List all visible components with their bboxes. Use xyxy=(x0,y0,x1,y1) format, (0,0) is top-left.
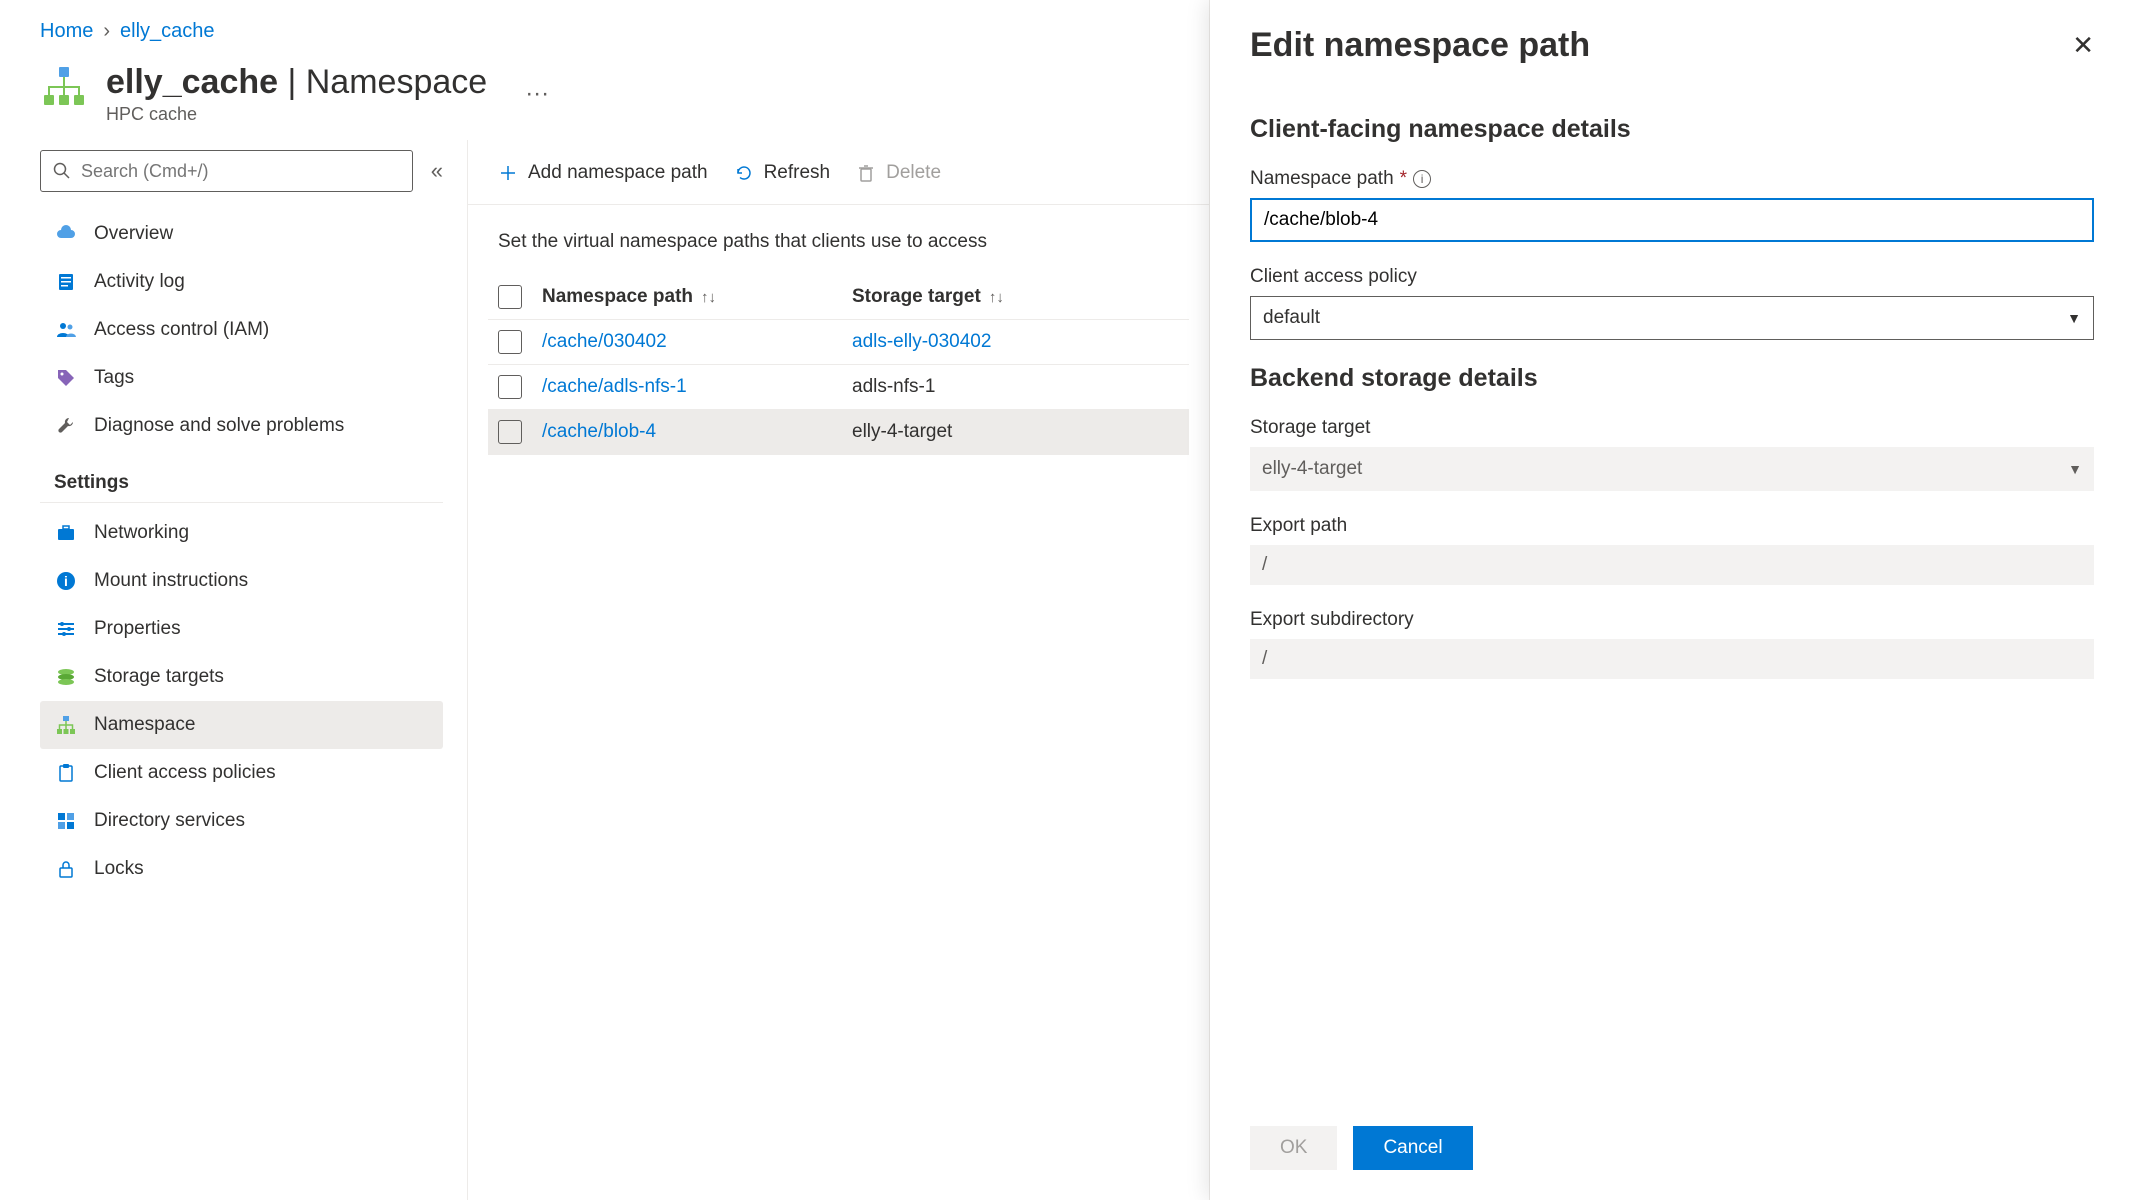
cloud-icon xyxy=(54,222,78,246)
wrench-icon xyxy=(54,414,78,438)
edit-panel: Edit namespace path ✕ Client-facing name… xyxy=(1210,0,2134,1200)
nav-locks[interactable]: Locks xyxy=(40,845,443,893)
plus-icon xyxy=(498,163,518,183)
namespace-path-label: Namespace path * i xyxy=(1250,168,2094,190)
storage-target-text: adls-nfs-1 xyxy=(852,376,935,397)
table-row[interactable]: /cache/adls-nfs-1 adls-nfs-1 xyxy=(488,365,1189,410)
sort-icon: ↑↓ xyxy=(989,289,1004,306)
table-row[interactable]: /cache/blob-4 elly-4-target xyxy=(488,410,1189,455)
svg-text:i: i xyxy=(64,573,68,589)
storage-target-label: Storage target xyxy=(1250,417,2094,439)
storage-target-select: elly-4-target ▼ xyxy=(1250,447,2094,491)
nav-diagnose[interactable]: Diagnose and solve problems xyxy=(40,402,443,450)
log-icon xyxy=(54,270,78,294)
more-menu[interactable]: ··· xyxy=(525,80,549,108)
nav-overview[interactable]: Overview xyxy=(40,210,443,258)
trash-icon xyxy=(856,163,876,183)
nav-tags[interactable]: Tags xyxy=(40,354,443,402)
resource-icon xyxy=(40,63,88,111)
ok-button[interactable]: OK xyxy=(1250,1126,1337,1170)
refresh-button[interactable]: Refresh xyxy=(734,162,831,184)
breadcrumb-home[interactable]: Home xyxy=(40,20,93,43)
clipboard-icon xyxy=(54,761,78,785)
chevron-down-icon: ▼ xyxy=(2068,461,2082,477)
info-icon: i xyxy=(54,569,78,593)
hierarchy-icon xyxy=(54,713,78,737)
nav-client-access[interactable]: Client access policies xyxy=(40,749,443,797)
nav-directory[interactable]: Directory services xyxy=(40,797,443,845)
table-row[interactable]: /cache/030402 adls-elly-030402 xyxy=(488,320,1189,365)
lock-icon xyxy=(54,857,78,881)
export-subdir-field: / xyxy=(1250,639,2094,679)
people-icon xyxy=(54,318,78,342)
cancel-button[interactable]: Cancel xyxy=(1353,1126,1472,1170)
chevron-down-icon: ▼ xyxy=(2067,310,2081,326)
sliders-icon xyxy=(54,617,78,641)
row-checkbox[interactable] xyxy=(498,375,522,399)
search-icon xyxy=(53,162,71,180)
section-backend: Backend storage details xyxy=(1250,364,2094,393)
nav-namespace[interactable]: Namespace xyxy=(40,701,443,749)
row-checkbox[interactable] xyxy=(498,420,522,444)
collapse-sidebar-icon[interactable]: « xyxy=(431,158,443,184)
description-text: Set the virtual namespace paths that cli… xyxy=(468,205,1209,275)
search-input[interactable] xyxy=(40,150,413,192)
briefcase-icon xyxy=(54,521,78,545)
client-access-policy-select[interactable]: default ▼ xyxy=(1250,296,2094,340)
chevron-right-icon: › xyxy=(103,20,110,43)
storage-target-link[interactable]: adls-elly-030402 xyxy=(852,331,991,352)
export-path-label: Export path xyxy=(1250,515,2094,537)
namespace-path-link[interactable]: /cache/adls-nfs-1 xyxy=(542,376,687,397)
nav-storage-targets[interactable]: Storage targets xyxy=(40,653,443,701)
export-subdir-label: Export subdirectory xyxy=(1250,609,2094,631)
storage-target-text: elly-4-target xyxy=(852,421,952,442)
client-access-policy-label: Client access policy xyxy=(1250,266,2094,288)
namespace-table: Namespace path↑↓ Storage target↑↓ /cache… xyxy=(468,275,1209,455)
refresh-icon xyxy=(734,163,754,183)
col-header-path[interactable]: Namespace path↑↓ xyxy=(542,286,852,308)
panel-title: Edit namespace path xyxy=(1250,26,1590,65)
select-all-checkbox[interactable] xyxy=(498,285,522,309)
disks-icon xyxy=(54,665,78,689)
grid-icon xyxy=(54,809,78,833)
page-title: elly_cache | Namespace xyxy=(106,63,487,102)
namespace-path-link[interactable]: /cache/blob-4 xyxy=(542,421,656,442)
tag-icon xyxy=(54,366,78,390)
section-client-facing: Client-facing namespace details xyxy=(1250,115,2094,144)
delete-button: Delete xyxy=(856,162,941,184)
nav-access-control[interactable]: Access control (IAM) xyxy=(40,306,443,354)
breadcrumb: Home › elly_cache xyxy=(0,0,1209,53)
nav-activity-log[interactable]: Activity log xyxy=(40,258,443,306)
nav-networking[interactable]: Networking xyxy=(40,509,443,557)
namespace-path-input[interactable] xyxy=(1250,198,2094,242)
close-icon[interactable]: ✕ xyxy=(2072,30,2094,61)
sort-icon: ↑↓ xyxy=(701,289,716,306)
export-path-field: / xyxy=(1250,545,2094,585)
add-namespace-button[interactable]: Add namespace path xyxy=(498,162,708,184)
settings-section-label: Settings xyxy=(40,450,443,503)
page-subtitle: HPC cache xyxy=(106,104,487,125)
nav-properties[interactable]: Properties xyxy=(40,605,443,653)
nav-mount[interactable]: i Mount instructions xyxy=(40,557,443,605)
col-header-target[interactable]: Storage target↑↓ xyxy=(852,286,1072,308)
breadcrumb-current[interactable]: elly_cache xyxy=(120,20,215,43)
info-icon[interactable]: i xyxy=(1413,170,1431,188)
namespace-path-link[interactable]: /cache/030402 xyxy=(542,331,667,352)
row-checkbox[interactable] xyxy=(498,330,522,354)
